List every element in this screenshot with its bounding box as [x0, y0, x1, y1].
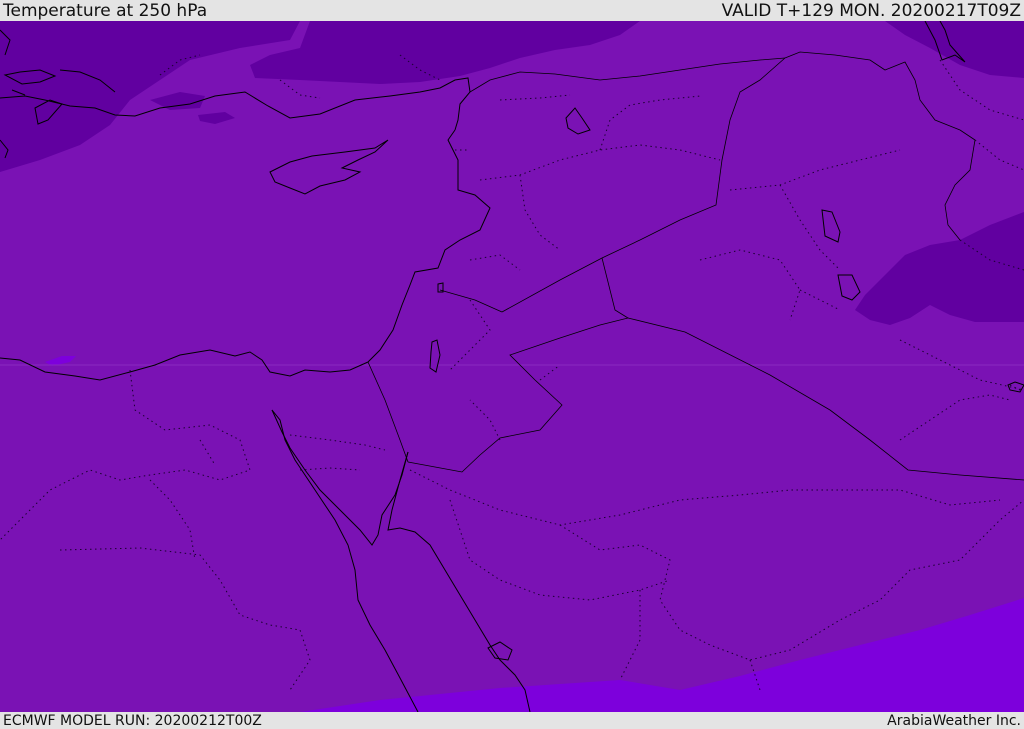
model-run-label: ECMWF MODEL RUN: 20200212T00Z: [3, 712, 262, 729]
temperature-band-main: [0, 21, 1024, 712]
credit-label: ArabiaWeather Inc.: [887, 712, 1021, 729]
valid-time: VALID T+129 MON. 20200217T09Z: [721, 0, 1021, 21]
map-area[interactable]: [0, 21, 1024, 712]
header-bar: Temperature at 250 hPa VALID T+129 MON. …: [0, 0, 1024, 21]
footer-bar: ECMWF MODEL RUN: 20200212T00Z ArabiaWeat…: [0, 712, 1024, 729]
map-title: Temperature at 250 hPa: [3, 0, 208, 21]
